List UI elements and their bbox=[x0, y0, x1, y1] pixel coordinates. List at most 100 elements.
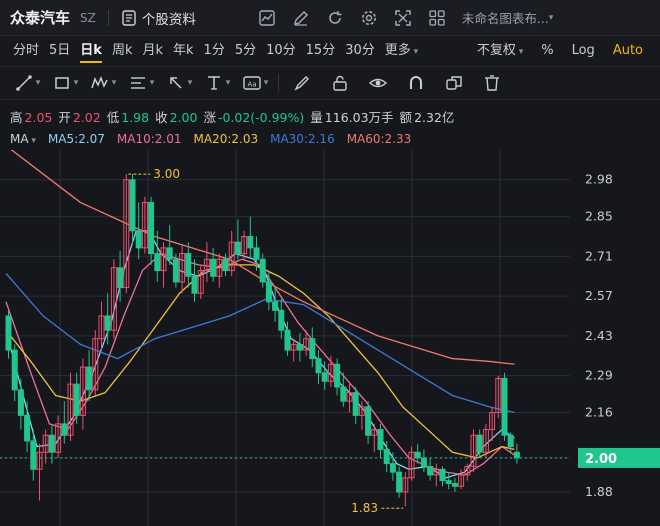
candle bbox=[365, 401, 372, 444]
eye-icon[interactable] bbox=[359, 68, 397, 98]
candle bbox=[247, 216, 254, 260]
candle-body bbox=[48, 434, 55, 453]
candle bbox=[123, 174, 130, 294]
candle bbox=[371, 423, 378, 453]
candle-body bbox=[501, 377, 508, 436]
fibonacci-tool[interactable] bbox=[122, 68, 160, 98]
volume-value: 116.03万手 bbox=[324, 109, 394, 125]
profile-label: 个股资料 bbox=[141, 11, 196, 28]
exchange-code: SZ bbox=[80, 10, 96, 25]
candle-body bbox=[117, 267, 124, 289]
candle bbox=[191, 259, 198, 302]
period-bar: 分时5日日k周k月k年k1分5分10分15分30分更多 不复权 % Log Au… bbox=[0, 36, 660, 66]
candle-body bbox=[315, 358, 322, 374]
period-tab-10[interactable]: 30分 bbox=[340, 36, 380, 66]
candle-body bbox=[383, 448, 390, 465]
candle-body bbox=[513, 451, 520, 459]
adjust-selector[interactable]: 不复权 bbox=[468, 36, 532, 66]
ma20-line bbox=[5, 264, 515, 459]
candle bbox=[402, 472, 409, 507]
grid-icon[interactable] bbox=[426, 7, 448, 29]
period-tab-0[interactable]: 分时 bbox=[8, 36, 44, 66]
layout-selector[interactable]: 未命名图表布... bbox=[462, 8, 553, 27]
document-icon bbox=[121, 9, 137, 26]
edit-icon[interactable] bbox=[290, 7, 312, 29]
trash-icon[interactable] bbox=[473, 68, 511, 98]
change-label: 涨 bbox=[203, 109, 216, 125]
brush-icon[interactable] bbox=[283, 68, 321, 98]
candle bbox=[73, 372, 80, 424]
candle bbox=[389, 452, 396, 481]
candle bbox=[185, 242, 192, 288]
pattern-tool[interactable] bbox=[84, 68, 122, 98]
candle bbox=[216, 253, 223, 288]
candle-body bbox=[73, 383, 80, 416]
candles bbox=[5, 174, 520, 507]
candle-body bbox=[154, 253, 161, 272]
y-tick-label: 2.57 bbox=[585, 288, 613, 303]
candle bbox=[408, 446, 415, 481]
change-value: -0.02(-0.99%) bbox=[217, 109, 305, 125]
annotations: 3.00 1.83 bbox=[128, 167, 404, 515]
ma30-line bbox=[5, 272, 515, 414]
candle bbox=[259, 253, 266, 288]
candle-body bbox=[476, 434, 483, 453]
period-tab-8[interactable]: 10分 bbox=[261, 36, 301, 66]
divider bbox=[107, 9, 109, 26]
auto-toggle[interactable]: Auto bbox=[604, 36, 652, 66]
arrow-tool[interactable] bbox=[160, 68, 198, 98]
period-tab-6[interactable]: 1分 bbox=[199, 36, 230, 66]
copy-icon[interactable] bbox=[435, 68, 473, 98]
candle-body bbox=[427, 465, 434, 476]
settings-icon[interactable] bbox=[358, 7, 380, 29]
candle-body bbox=[104, 315, 111, 331]
ma60-value: MA60:2.33 bbox=[346, 132, 412, 146]
fullscreen-icon[interactable] bbox=[392, 7, 414, 29]
candle-body bbox=[309, 338, 316, 360]
ma-legend: MA MA5:2.07 MA10:2.01 MA20:2.03 MA30:2.1… bbox=[0, 128, 660, 150]
candle-body bbox=[148, 201, 155, 255]
candle bbox=[513, 443, 520, 464]
ma-label[interactable]: MA bbox=[10, 132, 36, 146]
period-tabs: 分时 5日 日k 周k 月k 年k 1分 5分 10分 15分 30分 更多 bbox=[8, 36, 423, 66]
period-tab-5[interactable]: 年k bbox=[168, 36, 199, 66]
candle bbox=[278, 298, 285, 339]
candle-body bbox=[166, 247, 173, 260]
log-toggle[interactable]: Log bbox=[563, 36, 604, 66]
candle-body bbox=[129, 179, 136, 232]
lock-icon[interactable] bbox=[321, 68, 359, 98]
period-tab-4[interactable]: 月k bbox=[137, 36, 168, 66]
chart-icon[interactable] bbox=[256, 7, 278, 29]
moving-averages bbox=[5, 150, 515, 479]
candle bbox=[501, 372, 508, 441]
period-tab-3[interactable]: 周k bbox=[107, 36, 138, 66]
y-tick-label: 1.88 bbox=[585, 484, 613, 499]
candle-body bbox=[30, 440, 37, 470]
rectangle-tool[interactable] bbox=[46, 68, 84, 98]
trend-line-tool[interactable] bbox=[8, 68, 46, 98]
candle-body bbox=[234, 241, 241, 255]
candle-body bbox=[340, 386, 347, 402]
candle-body bbox=[191, 275, 198, 294]
period-tab-11[interactable]: 更多 bbox=[380, 36, 423, 66]
y-tick-label: 2.98 bbox=[585, 172, 613, 187]
candle bbox=[5, 310, 12, 359]
candlestick-chart[interactable]: 3.001.83 3.122.982.852.712.572.432.292.1… bbox=[0, 150, 660, 526]
profile-button[interactable]: 个股资料 bbox=[121, 8, 196, 28]
percent-toggle[interactable]: % bbox=[532, 36, 562, 66]
magnet-icon[interactable] bbox=[397, 68, 435, 98]
candle bbox=[272, 287, 279, 322]
candle-body bbox=[420, 457, 427, 467]
ma10-value: MA10:2.01 bbox=[116, 132, 182, 146]
candle-body bbox=[259, 258, 266, 283]
period-tab-1[interactable]: 5日 bbox=[44, 36, 75, 66]
period-tab-9[interactable]: 15分 bbox=[301, 36, 341, 66]
candle bbox=[110, 259, 117, 339]
period-tab-7[interactable]: 5分 bbox=[230, 36, 261, 66]
text-tool[interactable] bbox=[198, 68, 236, 98]
candle-body bbox=[61, 423, 68, 436]
refresh-icon[interactable] bbox=[324, 7, 346, 29]
label-tool[interactable]: Aa bbox=[236, 68, 274, 98]
period-tab-2[interactable]: 日k bbox=[75, 36, 107, 66]
candle bbox=[11, 344, 18, 402]
